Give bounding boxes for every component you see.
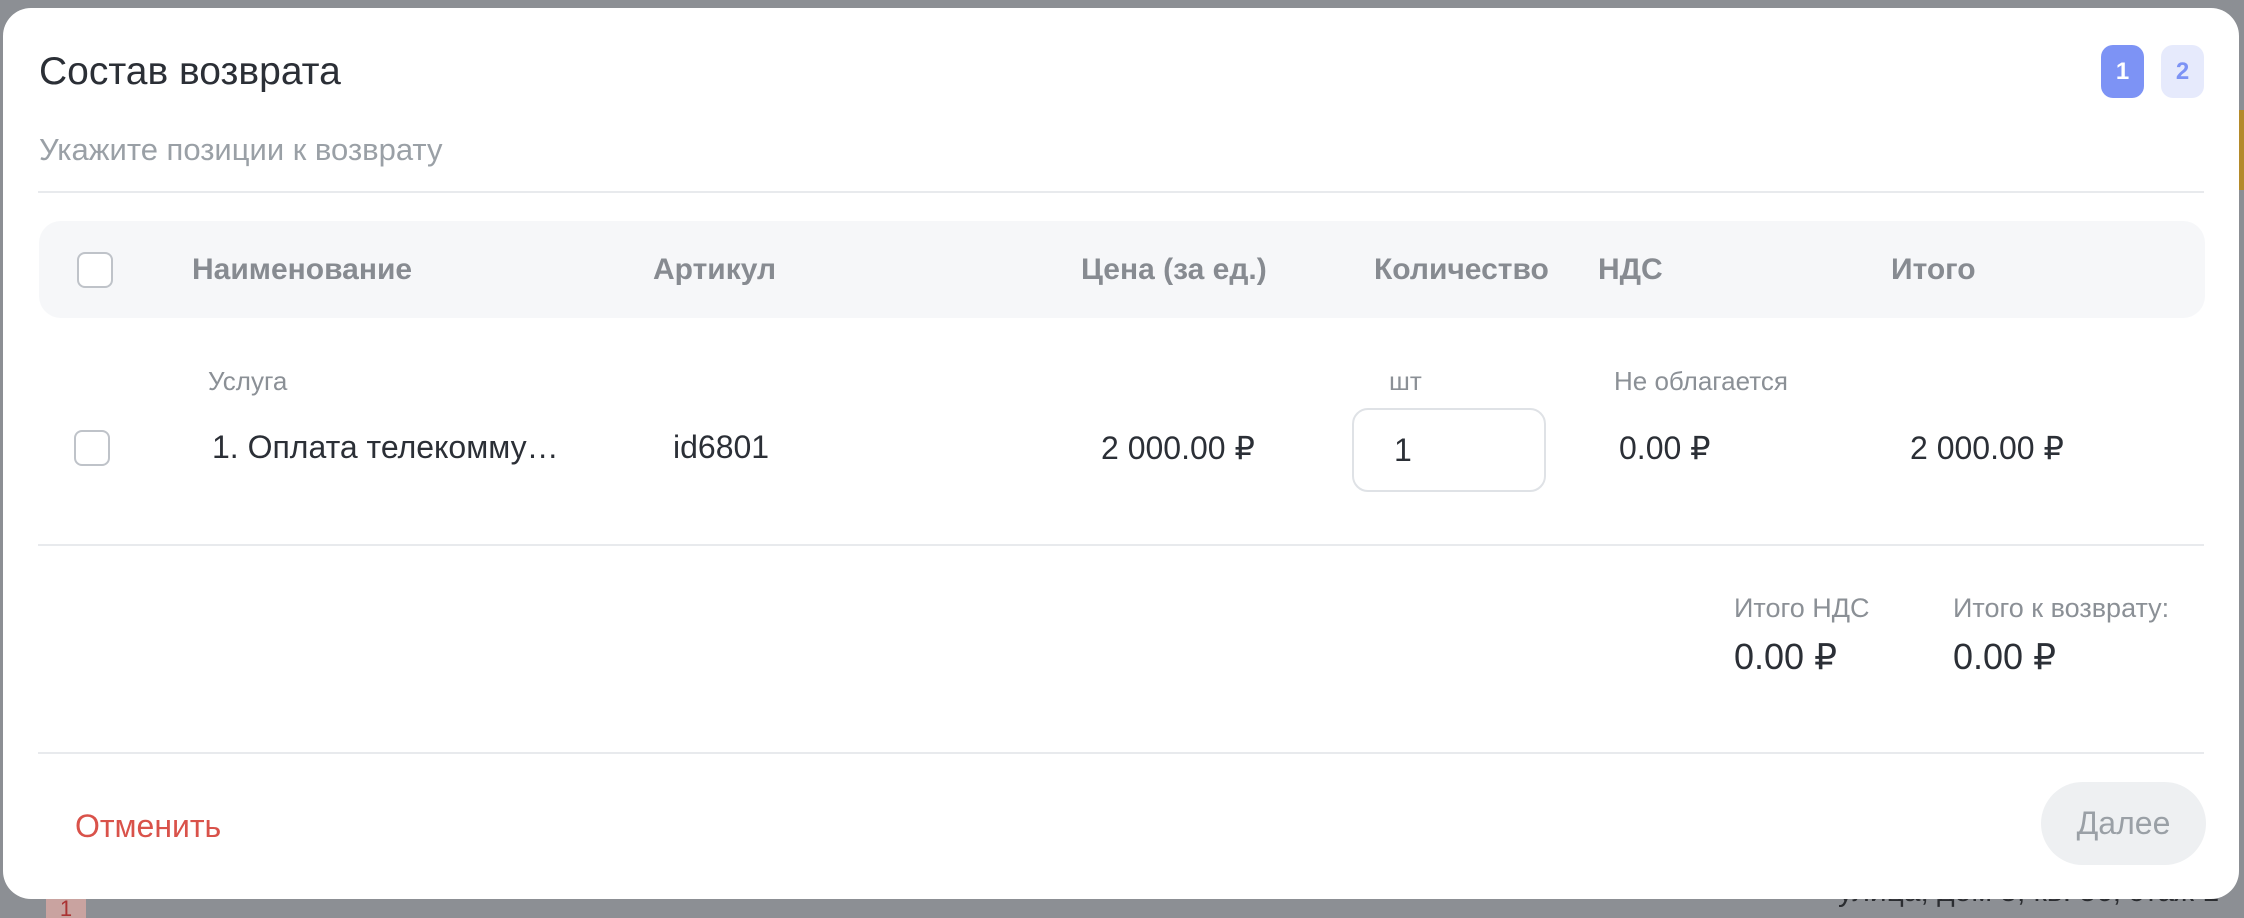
table-header: Наименование Артикул Цена (за ед.) Колич… bbox=[39, 221, 2205, 318]
row-checkbox[interactable] bbox=[74, 430, 110, 466]
row-name: 1. Оплата телекомму… bbox=[212, 429, 559, 465]
dialog-subtitle: Укажите позиции к возврату bbox=[39, 132, 443, 167]
row-unit-label: шт bbox=[1389, 366, 1422, 396]
cancel-button[interactable]: Отменить bbox=[75, 808, 221, 845]
row-price: 2 000.00 ₽ bbox=[1101, 430, 1255, 466]
column-header-sku: Артикул bbox=[653, 253, 777, 286]
row-sku: id6801 bbox=[673, 429, 770, 465]
refund-total-label: Итого к возврату: bbox=[1953, 593, 2170, 623]
column-header-name: Наименование bbox=[192, 253, 413, 286]
step-indicator-2[interactable]: 2 bbox=[2161, 45, 2204, 98]
table-divider bbox=[38, 544, 2204, 546]
column-header-total: Итого bbox=[1891, 253, 1976, 286]
refund-total-value: 0.00 ₽ bbox=[1953, 636, 2056, 677]
row-type-label: Услуга bbox=[208, 366, 288, 396]
dialog-title: Состав возврата bbox=[39, 50, 341, 93]
vat-total-value: 0.00 ₽ bbox=[1734, 636, 1837, 677]
return-composition-dialog: Состав возврата Укажите позиции к возвра… bbox=[3, 8, 2239, 899]
column-header-vat: НДС bbox=[1598, 253, 1663, 286]
column-header-quantity: Количество bbox=[1374, 253, 1549, 286]
step-indicator-1[interactable]: 1 bbox=[2101, 45, 2144, 98]
row-vat: 0.00 ₽ bbox=[1619, 430, 1711, 466]
quantity-input[interactable] bbox=[1352, 408, 1546, 492]
column-header-price: Цена (за ед.) bbox=[1081, 253, 1267, 286]
header-divider bbox=[38, 191, 2204, 193]
row-vat-label: Не облагается bbox=[1614, 366, 1788, 396]
select-all-checkbox[interactable] bbox=[77, 252, 113, 288]
row-total: 2 000.00 ₽ bbox=[1910, 430, 2064, 466]
footer-divider bbox=[38, 752, 2204, 754]
vat-total-label: Итого НДС bbox=[1734, 593, 1870, 623]
next-button[interactable]: Далее bbox=[2041, 782, 2206, 865]
